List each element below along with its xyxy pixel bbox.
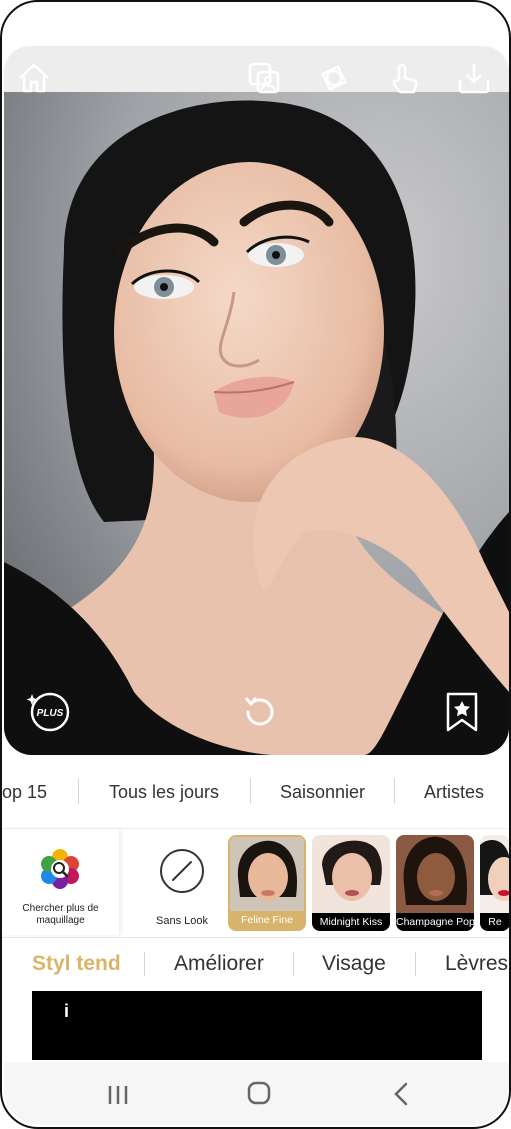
system-nav-bar xyxy=(4,1062,509,1125)
face-rotate-icon[interactable] xyxy=(316,60,352,96)
sans-look-button[interactable]: Sans Look xyxy=(142,829,222,935)
divider xyxy=(144,952,145,976)
category-artistes[interactable]: Artistes xyxy=(424,782,484,803)
category-saisonnier[interactable]: Saisonnier xyxy=(280,782,365,803)
category-tous-les-jours[interactable]: Tous les jours xyxy=(109,782,219,803)
divider xyxy=(415,952,416,976)
look-card-label: Champagne Pop xyxy=(396,913,474,931)
search-makeup-label: Chercher plus de maquillage xyxy=(22,903,99,926)
download-icon[interactable] xyxy=(456,60,492,96)
tab-levres[interactable]: Lèvres xyxy=(445,952,508,976)
look-card-champagne-pop[interactable]: Champagne Pop xyxy=(396,835,474,931)
back-icon[interactable] xyxy=(382,1078,422,1110)
no-look-icon xyxy=(160,849,204,893)
tab-ameliorer[interactable]: Améliorer xyxy=(174,952,264,976)
home-icon[interactable] xyxy=(16,60,52,96)
sans-look-label: Sans Look xyxy=(156,915,208,927)
divider xyxy=(394,778,395,804)
tab-styl-tend[interactable]: Styl tend xyxy=(32,952,121,976)
look-strip: Chercher plus de maquillage Sans Look Fe… xyxy=(2,828,509,938)
divider xyxy=(78,778,79,804)
makeup-search-icon xyxy=(41,849,79,889)
home-circle-icon[interactable] xyxy=(239,1078,279,1110)
touch-icon[interactable] xyxy=(386,60,422,96)
phone-frame: PLUS op 15 Tous les jours Saisonnier Art… xyxy=(0,0,511,1129)
category-tabs: op 15 Tous les jours Saisonnier Artistes xyxy=(2,770,509,816)
look-card-re[interactable]: Re xyxy=(480,835,509,931)
look-card-label: Midnight Kiss xyxy=(312,913,390,931)
plus-sparkle-icon[interactable]: PLUS xyxy=(26,690,70,734)
look-card-label: Re xyxy=(480,913,509,931)
reset-icon[interactable] xyxy=(236,690,280,734)
divider xyxy=(250,778,251,804)
tab-visage[interactable]: Visage xyxy=(322,952,386,976)
look-card-midnight-kiss[interactable]: Midnight Kiss xyxy=(312,835,390,931)
photo-preview[interactable] xyxy=(4,92,509,755)
compare-photos-icon[interactable] xyxy=(246,60,282,96)
bookmark-star-icon[interactable] xyxy=(440,690,484,734)
look-card-feline-fine[interactable]: Feline Fine xyxy=(228,835,306,931)
info-icon[interactable]: i xyxy=(64,1001,69,1022)
divider xyxy=(293,952,294,976)
info-panel: i xyxy=(32,991,482,1060)
recent-apps-icon[interactable] xyxy=(98,1078,138,1110)
category-top15[interactable]: op 15 xyxy=(2,782,47,803)
portrait-photo xyxy=(4,92,509,755)
plus-badge-label: PLUS xyxy=(37,708,64,719)
search-makeup-button[interactable]: Chercher plus de maquillage xyxy=(2,829,119,935)
feature-tabs: Styl tend Améliorer Visage Lèvres xyxy=(2,946,509,982)
look-card-label: Feline Fine xyxy=(230,911,304,929)
